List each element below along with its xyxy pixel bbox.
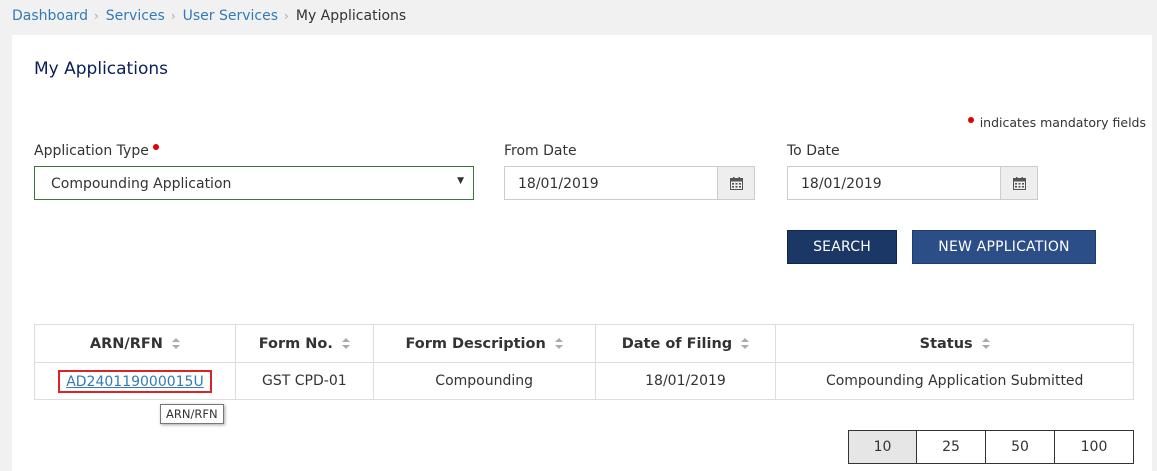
new-application-button[interactable]: NEW APPLICATION (912, 230, 1096, 264)
mandatory-note: indicates mandatory fields (967, 115, 1146, 130)
from-date-input[interactable]: 18/01/2019 (504, 166, 718, 200)
form-no-cell: GST CPD-01 (234, 362, 374, 400)
date-of-filing-cell: 18/01/2019 (594, 362, 777, 400)
page-size-25[interactable]: 25 (917, 430, 986, 464)
column-header-label: Form Description (405, 335, 546, 352)
column-header-form-no[interactable]: Form No. (234, 324, 374, 363)
application-type-select[interactable]: Compounding Application ▼ (34, 166, 474, 200)
breadcrumb-separator: › (284, 9, 289, 23)
to-date-calendar-button[interactable] (1000, 166, 1038, 200)
application-type-value: Compounding Application (51, 176, 232, 192)
breadcrumb-current: My Applications (295, 8, 407, 24)
column-header-arn-rfn[interactable]: ARN/RFN (34, 324, 236, 363)
to-date-label: To Date (787, 143, 840, 159)
breadcrumb-services[interactable]: Services (106, 8, 165, 24)
sort-icon (981, 338, 990, 349)
page-size-50[interactable]: 50 (986, 430, 1055, 464)
calendar-icon (1012, 176, 1026, 190)
page-size-100[interactable]: 100 (1055, 430, 1134, 464)
required-indicator-icon (152, 144, 159, 150)
applications-table: ARN/RFN Form No. Form Description Date o… (34, 324, 1134, 400)
page-title: My Applications (34, 59, 168, 79)
required-indicator-icon (967, 116, 974, 123)
table-row: AD240119000015U GST CPD-01 Compounding 1… (34, 362, 1134, 400)
breadcrumb-separator: › (170, 9, 176, 23)
breadcrumb: Dashboard › Services › User Services › M… (12, 8, 406, 24)
sort-icon (341, 338, 350, 349)
application-type-label: Application Type (34, 143, 159, 159)
column-header-label: ARN/RFN (89, 335, 163, 352)
page-size-10[interactable]: 10 (848, 430, 917, 464)
to-date-input[interactable]: 18/01/2019 (787, 166, 1001, 200)
column-header-label: Form No. (258, 335, 333, 352)
sort-icon (741, 338, 750, 349)
form-description-cell: Compounding (372, 362, 596, 400)
column-header-label: Date of Filing (621, 335, 733, 352)
main-panel: My Applications indicates mandatory fiel… (12, 35, 1152, 471)
sort-icon (172, 338, 180, 349)
column-header-date-of-filing[interactable]: Date of Filing (594, 324, 777, 363)
mandatory-note-text: indicates mandatory fields (979, 115, 1146, 130)
from-date-calendar-button[interactable] (717, 166, 755, 200)
status-cell: Compounding Application Submitted (775, 362, 1134, 400)
chevron-down-icon: ▼ (457, 176, 464, 186)
column-header-status[interactable]: Status (775, 324, 1134, 363)
application-type-label-text: Application Type (34, 143, 149, 159)
search-button[interactable]: SEARCH (787, 230, 897, 264)
arn-link[interactable]: AD240119000015U (58, 369, 212, 393)
page-size-selector: 10 25 50 100 (848, 430, 1134, 464)
breadcrumb-user-services[interactable]: User Services (183, 8, 278, 24)
calendar-icon (729, 176, 743, 190)
column-header-form-description[interactable]: Form Description (372, 324, 596, 363)
arn-cell: AD240119000015U (34, 362, 236, 400)
table-header-row: ARN/RFN Form No. Form Description Date o… (34, 324, 1134, 363)
arn-tooltip: ARN/RFN (160, 404, 224, 424)
sort-icon (554, 338, 563, 349)
breadcrumb-separator: › (93, 9, 99, 23)
from-date-label: From Date (504, 143, 577, 159)
breadcrumb-dashboard[interactable]: Dashboard (12, 8, 88, 24)
column-header-label: Status (919, 335, 973, 352)
